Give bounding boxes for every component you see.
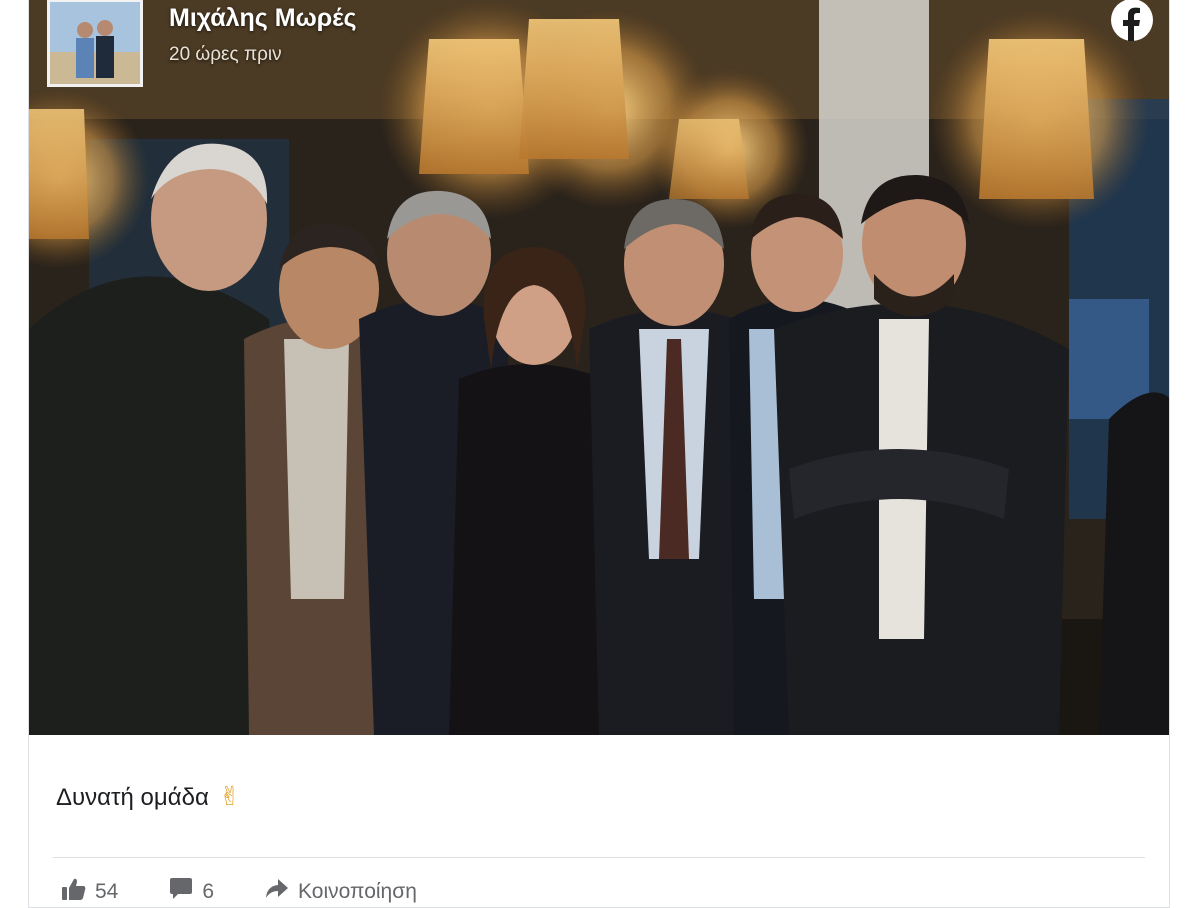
facebook-post-card: Μιχάλης Μωρές 20 ώρες πριν Δυνατή ομάδα ✌…	[28, 0, 1170, 908]
group-photo-illustration	[29, 0, 1169, 735]
post-actions: 54 6 Κοινοποίηση	[61, 877, 467, 907]
author-name[interactable]: Μιχάλης Μωρές	[169, 4, 356, 33]
share-button[interactable]: Κοινοποίηση	[264, 877, 417, 907]
share-label: Κοινοποίηση	[298, 880, 417, 903]
footer-divider	[53, 857, 1145, 858]
like-button[interactable]: 54	[61, 877, 118, 907]
share-icon	[264, 877, 290, 907]
caption-text: Δυνατή ομάδα	[56, 784, 209, 811]
post-photo[interactable]: Μιχάλης Μωρές 20 ώρες πριν	[29, 0, 1169, 735]
avatar-image	[50, 2, 140, 84]
like-count: 54	[95, 880, 119, 903]
post-timestamp[interactable]: 20 ώρες πριν	[169, 44, 282, 66]
like-icon	[61, 877, 87, 907]
facebook-logo-icon[interactable]	[1107, 0, 1157, 45]
comment-icon	[168, 877, 194, 907]
victory-hand-emoji: ✌	[218, 781, 241, 811]
comment-button[interactable]: 6	[168, 877, 214, 907]
author-avatar[interactable]	[47, 0, 143, 87]
post-caption: Δυνατή ομάδα ✌	[56, 781, 241, 812]
comment-count: 6	[202, 880, 215, 903]
